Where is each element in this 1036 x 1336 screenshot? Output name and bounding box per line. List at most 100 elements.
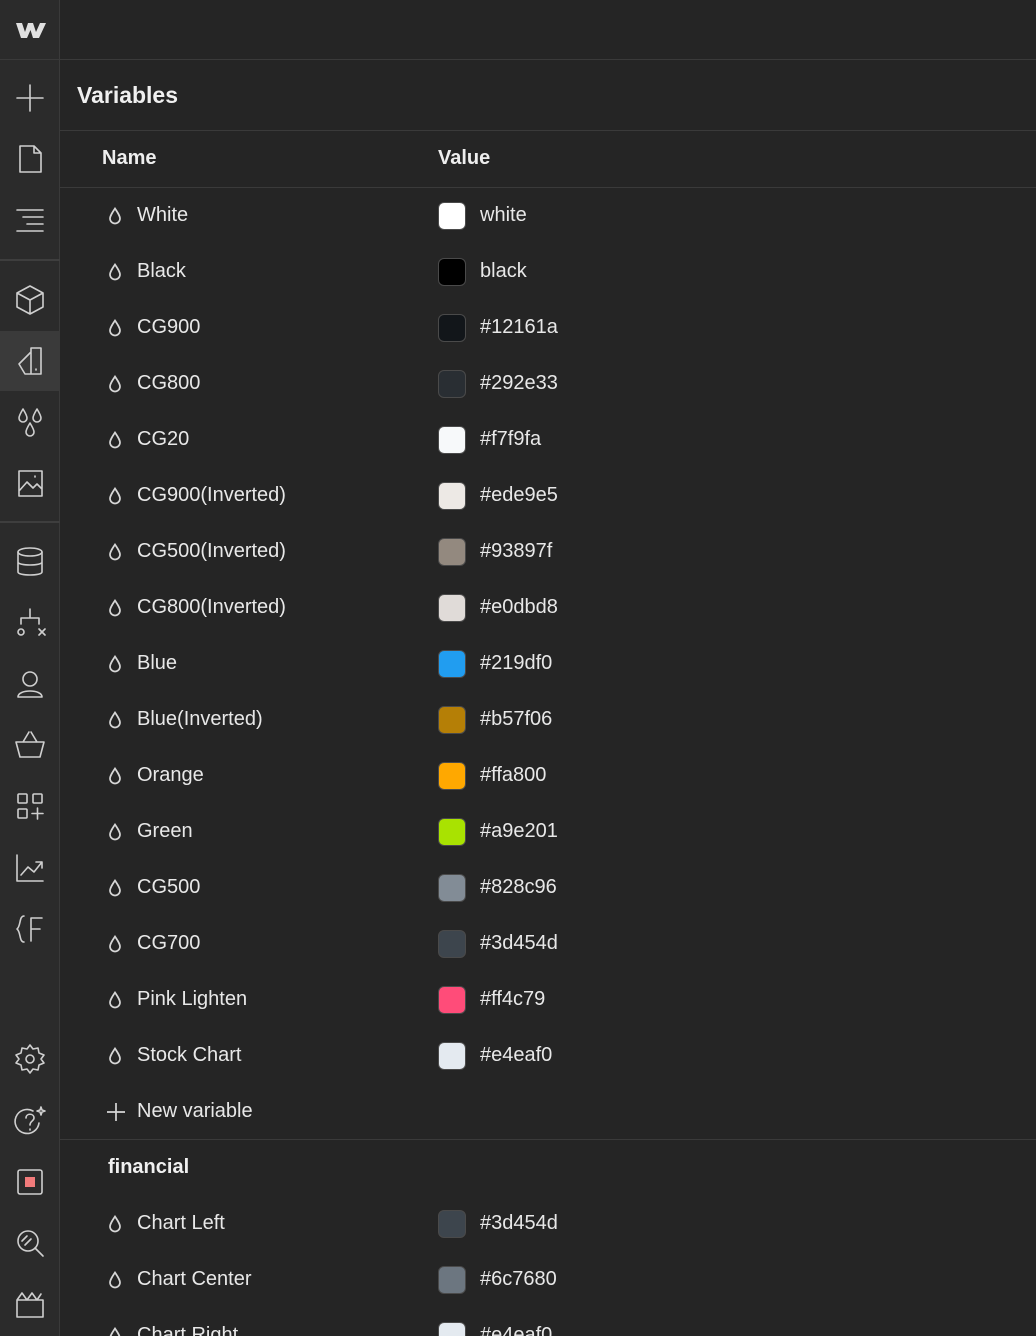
variable-name: Green	[137, 820, 193, 842]
color-drop-icon	[108, 710, 122, 729]
color-swatch[interactable]	[438, 482, 466, 510]
style-manager-icon[interactable]	[0, 331, 60, 391]
color-drop-icon	[108, 878, 122, 897]
variable-row[interactable]: CG500 #828c96	[60, 860, 1036, 916]
color-drop-icon	[108, 374, 122, 393]
color-drop-icon	[108, 318, 122, 337]
variable-name: CG900	[137, 316, 201, 338]
variable-row[interactable]: CG20 #f7f9fa	[60, 412, 1036, 468]
color-swatch[interactable]	[438, 538, 466, 566]
new-variable-button[interactable]: New variable	[60, 1084, 1036, 1140]
variable-row[interactable]: CG700 #3d454d	[60, 916, 1036, 972]
variable-name: Blue(Inverted)	[137, 708, 263, 730]
record-icon[interactable]	[0, 1152, 60, 1212]
variable-name: CG500	[137, 876, 201, 898]
apps-icon[interactable]	[0, 776, 60, 836]
variable-row[interactable]: CG900 #12161a	[60, 300, 1036, 356]
variable-row[interactable]: CG800 #292e33	[60, 356, 1036, 412]
variable-name: Pink Lighten	[137, 988, 248, 1010]
variable-value: black	[480, 260, 527, 282]
color-swatch[interactable]	[438, 1042, 466, 1070]
video-icon[interactable]	[0, 1275, 60, 1335]
color-swatch[interactable]	[438, 986, 466, 1014]
variable-name: CG20	[137, 428, 190, 450]
variable-value: #ede9e5	[480, 484, 558, 506]
color-drop-icon	[108, 542, 122, 561]
variable-name: White	[137, 204, 189, 226]
variable-list: White white Black black CG900 #12161a CG…	[60, 188, 1036, 1336]
variable-row[interactable]: Blue #219df0	[60, 636, 1036, 692]
color-drop-icon	[108, 990, 122, 1009]
variables-icon[interactable]	[0, 393, 60, 453]
variable-row[interactable]: CG800(Inverted) #e0dbd8	[60, 580, 1036, 636]
group-name: financial	[108, 1156, 190, 1178]
variable-row[interactable]: CG900(Inverted) #ede9e5	[60, 468, 1036, 524]
variables-panel: Variables Name Value White white Black b…	[60, 60, 1036, 1336]
color-swatch[interactable]	[438, 314, 466, 342]
code-icon[interactable]	[0, 899, 60, 959]
color-drop-icon	[108, 822, 122, 841]
panel-header: Variables	[60, 60, 1036, 131]
color-drop-icon	[108, 430, 122, 449]
components-icon[interactable]	[0, 270, 60, 330]
color-drop-icon	[108, 766, 122, 785]
variable-row[interactable]: Chart Left #3d454d	[60, 1196, 1036, 1252]
rail-divider	[0, 259, 60, 261]
page-icon[interactable]	[0, 129, 60, 189]
variable-row[interactable]: CG500(Inverted) #93897f	[60, 524, 1036, 580]
variable-name: CG800	[137, 372, 201, 394]
cms-icon[interactable]	[0, 532, 60, 592]
help-icon[interactable]	[0, 1091, 60, 1151]
color-swatch[interactable]	[438, 258, 466, 286]
variable-row[interactable]: Chart Center #6c7680	[60, 1252, 1036, 1308]
variable-value: #93897f	[480, 540, 553, 562]
variable-name: Black	[137, 260, 186, 282]
variable-value: #6c7680	[480, 1268, 557, 1290]
variable-row[interactable]: Orange #ffa800	[60, 748, 1036, 804]
color-swatch[interactable]	[438, 1266, 466, 1294]
color-swatch[interactable]	[438, 706, 466, 734]
variable-name: Blue	[137, 652, 178, 674]
color-drop-icon	[108, 1270, 122, 1289]
variable-row[interactable]: White white	[60, 188, 1036, 244]
variable-value: #ffa800	[480, 764, 547, 786]
color-swatch[interactable]	[438, 818, 466, 846]
color-swatch[interactable]	[438, 874, 466, 902]
variable-value: #3d454d	[480, 1212, 558, 1234]
color-swatch[interactable]	[438, 370, 466, 398]
settings-icon[interactable]	[0, 1029, 60, 1089]
analyze-icon[interactable]	[0, 838, 60, 898]
ecommerce-icon[interactable]	[0, 715, 60, 775]
variable-name: CG700	[137, 932, 201, 954]
webflow-logo-icon[interactable]	[0, 0, 60, 60]
variable-value: #219df0	[480, 652, 553, 674]
add-icon[interactable]	[0, 68, 60, 128]
users-icon[interactable]	[0, 654, 60, 714]
color-swatch[interactable]	[438, 594, 466, 622]
column-header: Name Value	[60, 131, 1036, 188]
variable-row[interactable]: Pink Lighten #ff4c79	[60, 972, 1036, 1028]
color-drop-icon	[108, 262, 122, 281]
group-header-financial[interactable]: financial	[60, 1140, 1036, 1196]
color-swatch[interactable]	[438, 762, 466, 790]
color-swatch[interactable]	[438, 1210, 466, 1238]
variable-row[interactable]: Black black	[60, 244, 1036, 300]
variable-row[interactable]: Stock Chart #e4eaf0	[60, 1028, 1036, 1084]
color-swatch[interactable]	[438, 426, 466, 454]
top-bar	[60, 0, 1036, 60]
color-swatch[interactable]	[438, 202, 466, 230]
assets-icon[interactable]	[0, 453, 60, 513]
audit-icon[interactable]	[0, 1213, 60, 1273]
column-value-header: Value	[438, 147, 491, 169]
color-swatch[interactable]	[438, 1322, 466, 1336]
navigator-icon[interactable]	[0, 189, 60, 249]
variable-value: #828c96	[480, 876, 557, 898]
variable-row[interactable]: Chart Right #e4eaf0	[60, 1308, 1036, 1336]
variable-row[interactable]: Blue(Inverted) #b57f06	[60, 692, 1036, 748]
color-swatch[interactable]	[438, 930, 466, 958]
color-swatch[interactable]	[438, 650, 466, 678]
variable-value: #e4eaf0	[480, 1044, 553, 1066]
logic-icon[interactable]	[0, 593, 60, 653]
variable-value: #b57f06	[480, 708, 553, 730]
variable-row[interactable]: Green #a9e201	[60, 804, 1036, 860]
